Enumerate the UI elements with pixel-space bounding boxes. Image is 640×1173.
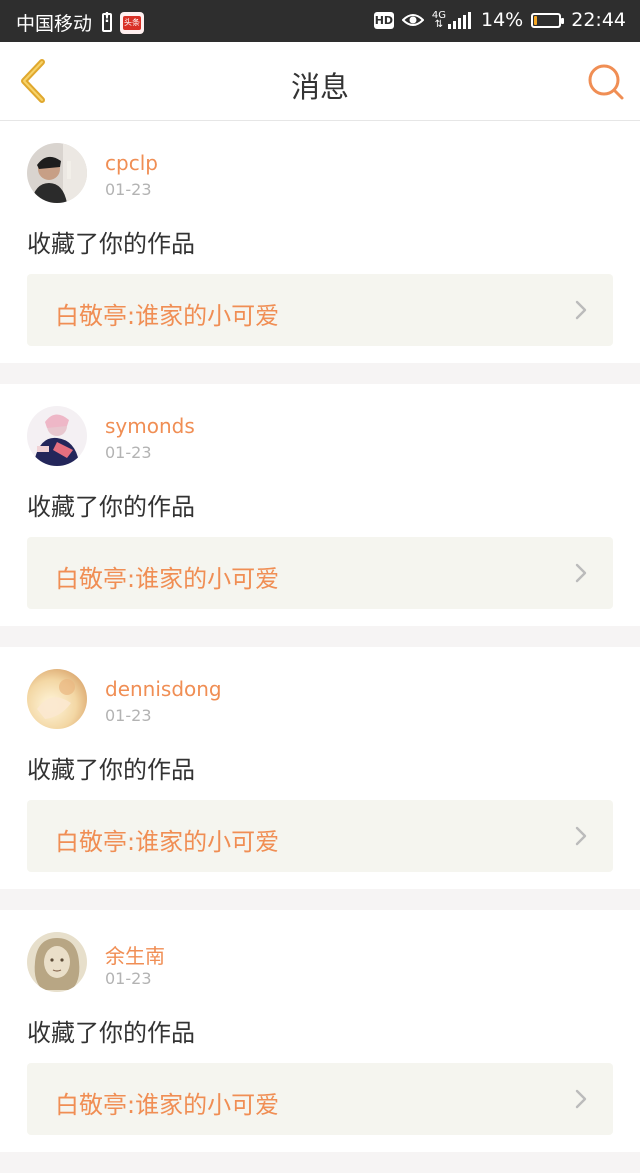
- app-badge-label: 头条: [123, 15, 142, 30]
- work-link[interactable]: 白敬亭:谁家的小可爱: [27, 800, 613, 872]
- chevron-right-icon: [575, 563, 587, 583]
- work-link[interactable]: 白敬亭:谁家的小可爱: [27, 274, 613, 346]
- avatar[interactable]: [27, 669, 87, 729]
- message-card: cpclp 01-23 收藏了你的作品 白敬亭:谁家的小可爱: [0, 121, 640, 363]
- avatar-image: [27, 669, 87, 729]
- avatar-image: [27, 406, 87, 466]
- message-date: 01-23: [105, 706, 152, 725]
- message-card: 余生南 01-23 收藏了你的作品 白敬亭:谁家的小可爱: [0, 910, 640, 1152]
- message-action: 收藏了你的作品: [27, 1019, 195, 1047]
- eye-icon: [401, 14, 424, 26]
- chevron-right-icon: [575, 300, 587, 320]
- network-arrows-icon: ⇅: [434, 19, 444, 30]
- work-title: 白敬亭:谁家的小可爱: [55, 302, 280, 330]
- username[interactable]: cpclp: [105, 151, 158, 175]
- message-card: symonds 01-23 收藏了你的作品 白敬亭:谁家的小可爱: [0, 384, 640, 626]
- navigation-bar: 消息: [0, 42, 640, 121]
- message-action: 收藏了你的作品: [27, 230, 195, 258]
- search-button[interactable]: [586, 62, 626, 102]
- battery-fill: [534, 15, 538, 25]
- message-date: 01-23: [105, 180, 152, 199]
- username[interactable]: symonds: [105, 414, 195, 438]
- carrier-name: 中国移动: [16, 13, 93, 35]
- username[interactable]: dennisdong: [105, 677, 222, 701]
- chevron-right-icon: [575, 1089, 587, 1109]
- network-type: 4G ⇅: [432, 11, 446, 30]
- avatar[interactable]: [27, 406, 87, 466]
- toutiao-app-icon: 头条: [120, 11, 145, 34]
- sim-alert-icon: [102, 11, 113, 32]
- message-list: cpclp 01-23 收藏了你的作品 白敬亭:谁家的小可爱 symonds 0…: [0, 121, 640, 1173]
- status-bar-right: HD 4G ⇅ 14% 22:44: [373, 9, 626, 31]
- message-card: dennisdong 01-23 收藏了你的作品 白敬亭:谁家的小可爱: [0, 647, 640, 889]
- status-bar: 中国移动 头条 HD 4G ⇅ 14% 22:44: [0, 0, 640, 42]
- chevron-right-icon: [575, 826, 587, 846]
- work-link[interactable]: 白敬亭:谁家的小可爱: [27, 537, 613, 609]
- status-bar-left: 中国移动 头条: [16, 9, 145, 36]
- hd-icon: HD: [373, 11, 394, 29]
- username[interactable]: 余生南: [105, 940, 165, 969]
- battery-percent: 14%: [481, 9, 524, 31]
- avatar[interactable]: [27, 143, 87, 203]
- signal-strength-icon: [448, 11, 473, 29]
- avatar-image: [27, 932, 87, 992]
- avatar[interactable]: [27, 932, 87, 992]
- work-title: 白敬亭:谁家的小可爱: [55, 828, 280, 856]
- message-action: 收藏了你的作品: [27, 756, 195, 784]
- work-link[interactable]: 白敬亭:谁家的小可爱: [27, 1063, 613, 1135]
- page-title: 消息: [290, 70, 349, 104]
- clock-time: 22:44: [571, 9, 626, 31]
- battery-icon: [531, 12, 565, 28]
- message-date: 01-23: [105, 443, 152, 462]
- search-icon: [588, 64, 624, 100]
- work-title: 白敬亭:谁家的小可爱: [55, 565, 280, 593]
- message-date: 01-23: [105, 969, 152, 988]
- message-action: 收藏了你的作品: [27, 493, 195, 521]
- avatar-image: [27, 143, 87, 203]
- work-title: 白敬亭:谁家的小可爱: [55, 1091, 280, 1119]
